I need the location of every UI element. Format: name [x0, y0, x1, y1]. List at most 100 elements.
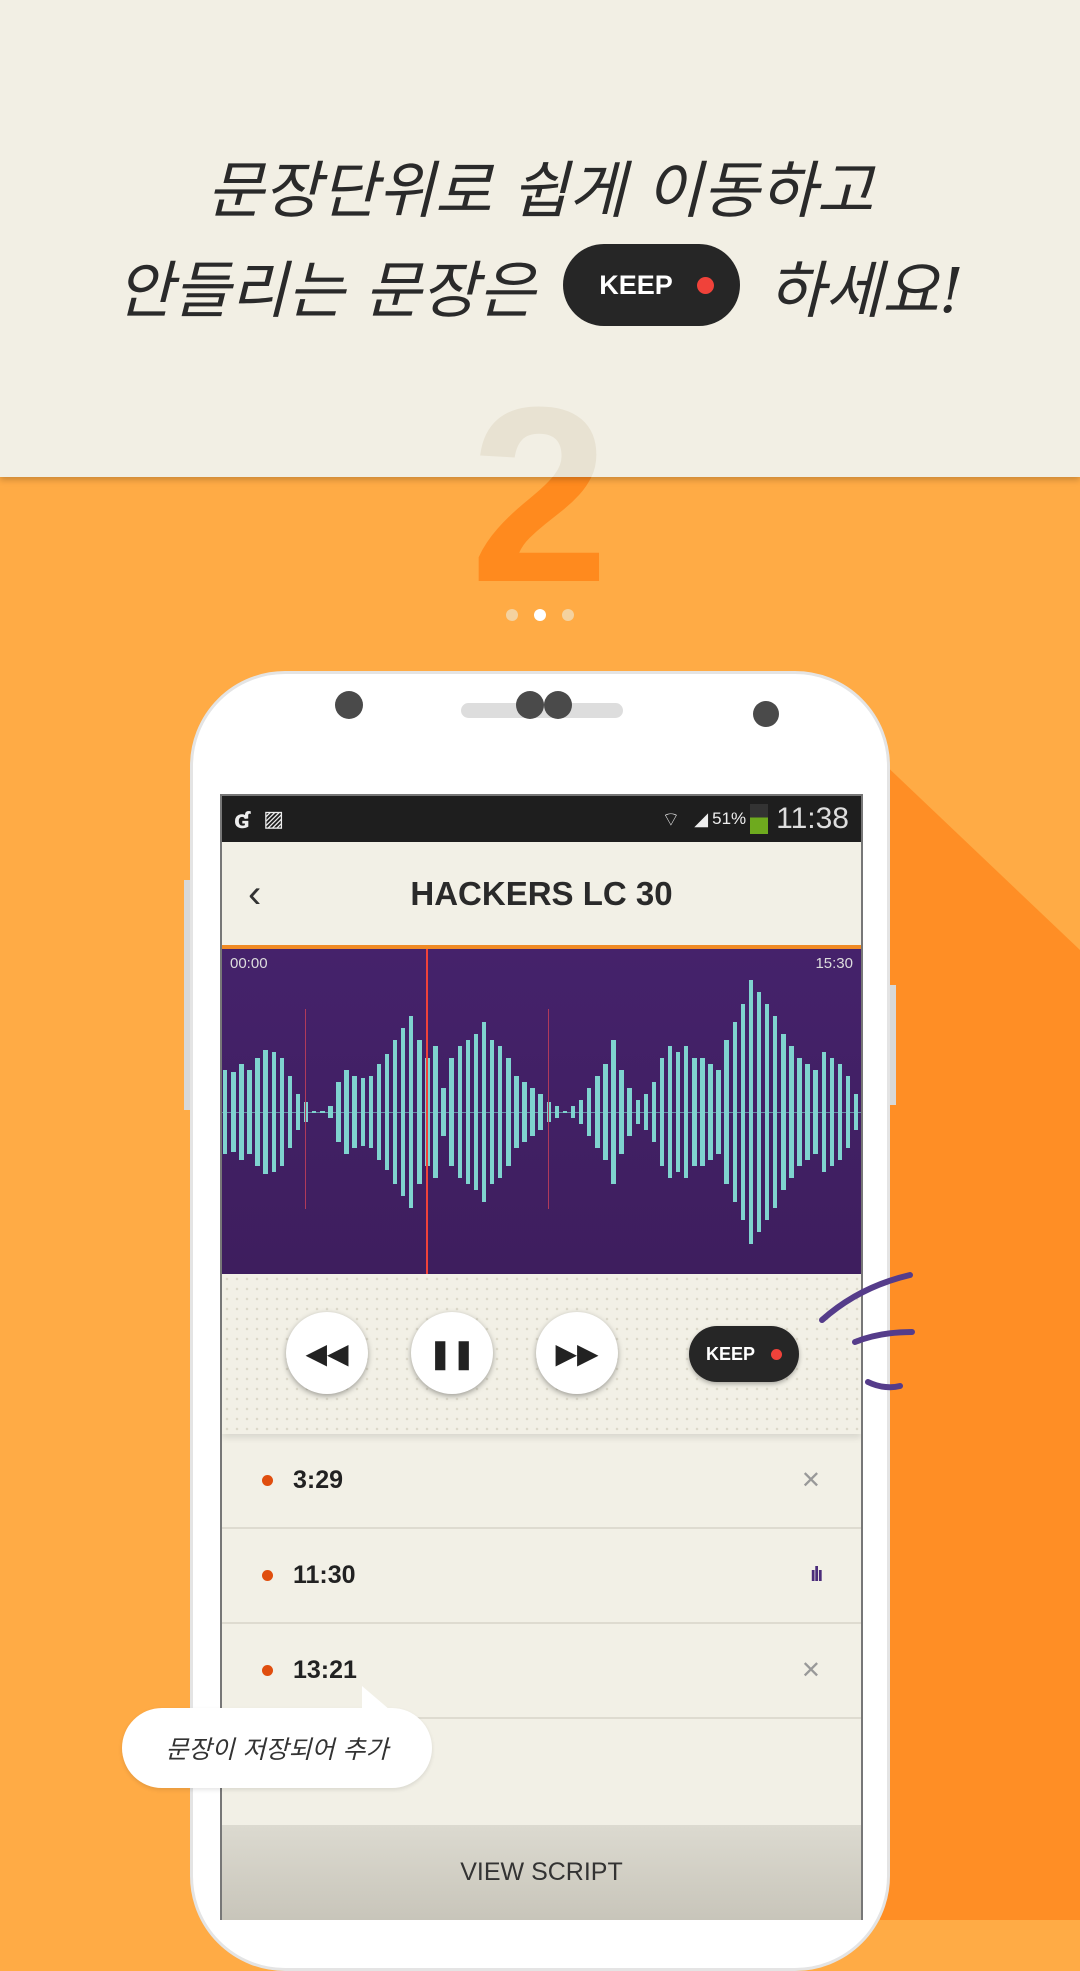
waveform-bar [643, 1094, 649, 1130]
waveform-bar [554, 1106, 560, 1118]
status-bar: ʛ ▨ ⌔ ◢ 51% 11:38 [222, 796, 861, 842]
bookmark-row[interactable]: 11:30 ılı [222, 1529, 861, 1624]
keep-badge-label: KEEP [599, 269, 673, 300]
waveform-bar [473, 1034, 479, 1190]
sentence-marker [547, 1009, 549, 1209]
keep-badge: KEEP [563, 244, 740, 326]
waveform-bar [611, 1040, 616, 1184]
scribble-decoration [819, 1272, 915, 1391]
waveform-bar [586, 1088, 592, 1136]
waveform-bar [595, 1076, 600, 1148]
bookmark-time: 3:29 [293, 1466, 344, 1494]
waveform-bar [231, 1072, 236, 1152]
waveform-bar [392, 1040, 398, 1184]
page-dot[interactable] [506, 609, 518, 621]
waveform-bar [320, 1111, 325, 1113]
waveform-bar [311, 1111, 317, 1113]
waveform-bar [740, 1004, 746, 1220]
waveform-bar [651, 1082, 657, 1142]
page-indicator [506, 609, 574, 621]
waveform-bar [344, 1070, 349, 1154]
bullet-icon [262, 1665, 273, 1676]
fast-forward-button[interactable]: ▶▶ [536, 1312, 618, 1394]
waveform-bar [376, 1064, 382, 1160]
start-time: 00:00 [230, 955, 268, 972]
waveform-bar [821, 1052, 826, 1172]
waveform-bar [239, 1064, 244, 1160]
waveform-bar [708, 1064, 713, 1160]
waveform-bar [603, 1064, 608, 1160]
pause-button[interactable]: ❚❚ [411, 1312, 493, 1394]
waveform-bar [449, 1058, 454, 1166]
playhead [426, 949, 429, 1274]
waveform-bar [635, 1100, 640, 1124]
waveform-bar [287, 1076, 293, 1148]
headline-line2-before: 안들리는 문장은 [116, 254, 536, 327]
app-notification-icon: ʛ [234, 803, 250, 834]
waveform-bar [700, 1058, 705, 1166]
end-time: 15:30 [815, 955, 853, 972]
waveform-bar [853, 1094, 859, 1130]
waveform-bar [247, 1070, 252, 1154]
waveform-bar [684, 1046, 689, 1178]
waveform-bar [716, 1070, 721, 1154]
rewind-icon: ◀◀ [305, 1337, 349, 1369]
waveform-bar [441, 1088, 446, 1136]
sensor-icon [335, 691, 363, 719]
waveform-bar [538, 1094, 543, 1130]
waveform-bar [805, 1064, 810, 1160]
waveform-bar [352, 1076, 357, 1148]
fast-forward-icon: ▶▶ [555, 1337, 599, 1369]
page-title: HACKERS LC 30 [410, 874, 673, 912]
waveform-bar [433, 1046, 438, 1178]
waveform-bar [506, 1058, 511, 1166]
record-dot-icon [696, 276, 714, 294]
tooltip-bubble: 문장이 저장되어 추가 [122, 1686, 432, 1788]
headline-line2-after: 하세요! [767, 254, 964, 327]
waveform-bar [368, 1076, 374, 1148]
waveform-bar [773, 1016, 778, 1208]
back-chevron-icon[interactable]: ‹ [248, 872, 261, 917]
keep-button-label: KEEP [705, 1343, 756, 1364]
rewind-button[interactable]: ◀◀ [286, 1312, 368, 1394]
waveform-bar [400, 1028, 406, 1196]
waveform-bar [481, 1022, 487, 1202]
waveform-bar [667, 1046, 673, 1178]
waveform-bar [457, 1046, 462, 1178]
waveform-bar [829, 1058, 835, 1166]
keep-button[interactable]: KEEP [689, 1326, 799, 1382]
waveform-bar [619, 1070, 624, 1154]
waveform-bar [530, 1088, 535, 1136]
bookmark-row[interactable]: 3:29 ✕ [222, 1434, 861, 1529]
camera-icon [753, 701, 779, 727]
bookmark-list: 3:29 ✕ 11:30 ılı 13:21 ✕ [222, 1434, 861, 1719]
page-dot-active[interactable] [534, 609, 546, 621]
waveform-bar [724, 1040, 729, 1184]
close-icon[interactable]: ✕ [801, 1656, 821, 1685]
waveform-scrubber[interactable]: 00:00 15:30 [222, 949, 861, 1274]
waveform-bar [328, 1106, 333, 1118]
waveform-bar [498, 1046, 503, 1178]
waveform-bar [764, 1004, 770, 1220]
step-number-overlay: 2 [470, 370, 609, 477]
playback-controls: ◀◀ ❚❚ ▶▶ KEEP [222, 1274, 861, 1434]
waveform-bar [845, 1076, 851, 1148]
bookmark-row[interactable]: 13:21 ✕ [222, 1624, 861, 1719]
battery-icon [750, 804, 769, 834]
headline-line2: 안들리는 문장은 KEEP 하세요! [0, 240, 1080, 330]
waveform-bar [409, 1016, 414, 1208]
app-header: ‹ HACKERS LC 30 [222, 842, 861, 949]
bookmark-time: 11:30 [293, 1561, 356, 1589]
page-dot[interactable] [562, 609, 574, 621]
view-script-button[interactable]: VIEW SCRIPT [222, 1825, 861, 1920]
waveform-bar [271, 1052, 276, 1172]
close-icon[interactable]: ✕ [801, 1466, 821, 1495]
pause-icon: ❚❚ [428, 1337, 476, 1369]
waveform-bar [837, 1064, 843, 1160]
waveform-bar [384, 1054, 390, 1170]
waveform-bar [223, 1070, 228, 1154]
bookmark-time: 13:21 [293, 1656, 357, 1684]
sentence-marker [305, 1009, 307, 1209]
waveform-bar [578, 1100, 584, 1124]
waveform-bar [781, 1034, 786, 1190]
